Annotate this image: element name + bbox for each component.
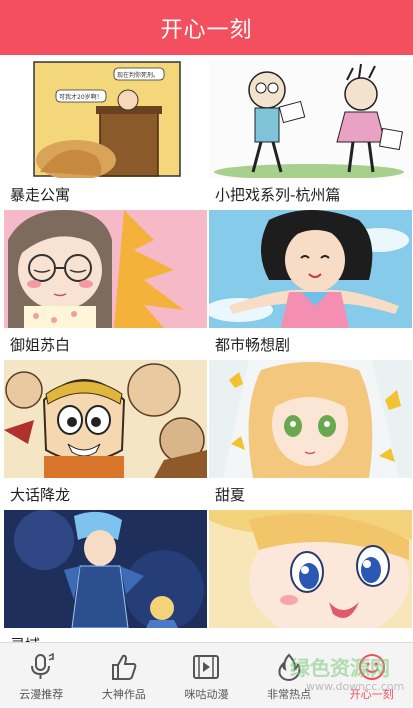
tab-label: 大神作品 xyxy=(101,688,146,701)
speech-bubble-1: 现在判你死刑。 xyxy=(117,71,159,79)
comic-illustration-sky-girl xyxy=(209,210,412,328)
comic-illustration-two-characters xyxy=(209,60,412,178)
tab-migu-anime[interactable]: 咪咕动漫 xyxy=(165,643,248,708)
comic-thumbnail[interactable] xyxy=(209,60,412,178)
bottom-tab-bar: 云漫推荐 大神作品 咪咕动漫 非常热点 开心一刻 xyxy=(0,642,413,708)
comic-title: 都市畅想剧 xyxy=(215,336,291,354)
comic-card[interactable]: 现在判你死刑。 可我才20岁啊！ 暴走公寓 xyxy=(4,60,207,210)
comic-card[interactable] xyxy=(209,510,412,642)
comic-illustration-glasses-girl xyxy=(4,210,207,328)
tab-happy-moment[interactable]: 开心一刻 xyxy=(330,643,413,708)
speech-bubble-2: 可我才20岁啊！ xyxy=(59,93,103,101)
comic-title: 小把戏系列-杭州篇 xyxy=(215,186,341,204)
thumbs-up-icon xyxy=(111,654,137,680)
comic-illustration-bride-girl xyxy=(209,360,412,478)
comic-card[interactable]: 御姐苏白 xyxy=(4,210,207,360)
comic-illustration-courtroom: 现在判你死刑。 可我才20岁啊！ xyxy=(4,60,207,178)
comic-thumbnail[interactable] xyxy=(209,360,412,478)
comic-title: 暴走公寓 xyxy=(10,186,71,204)
comic-card[interactable]: 甜夏 xyxy=(209,360,412,510)
comic-thumbnail[interactable] xyxy=(209,510,412,628)
tab-label: 非常热点 xyxy=(267,688,312,701)
comic-card[interactable]: 大话降龙 xyxy=(4,360,207,510)
comic-thumbnail[interactable] xyxy=(4,360,207,478)
tab-label: 云漫推荐 xyxy=(19,688,64,701)
tab-label: 开心一刻 xyxy=(349,688,394,701)
comic-grid[interactable]: 现在判你死刑。 可我才20岁啊！ 暴走公寓 小把戏系列-杭州篇 御姐苏白 都市畅… xyxy=(0,55,413,642)
comic-illustration-monk-crowd xyxy=(4,360,207,478)
tab-cloud-recommend[interactable]: 云漫推荐 xyxy=(0,643,83,708)
comic-card[interactable]: 灵域 xyxy=(4,510,207,642)
tab-label: 咪咕动漫 xyxy=(184,688,229,701)
film-play-icon xyxy=(193,655,220,679)
comic-card[interactable]: 小把戏系列-杭州篇 xyxy=(209,60,412,210)
comic-title: 甜夏 xyxy=(215,486,246,504)
comic-title: 灵域 xyxy=(10,634,40,642)
comic-thumbnail[interactable] xyxy=(4,210,207,328)
comic-title: 御姐苏白 xyxy=(10,336,71,354)
microphone-icon xyxy=(31,652,55,679)
comic-card[interactable]: 都市畅想剧 xyxy=(209,210,412,360)
tab-hot-topics[interactable]: 非常热点 xyxy=(248,643,331,708)
comic-thumbnail[interactable] xyxy=(209,210,412,328)
flame-icon xyxy=(278,653,301,682)
title-bar: 开心一刻 xyxy=(0,0,413,55)
comic-thumbnail[interactable]: 现在判你死刑。 可我才20岁啊！ xyxy=(4,60,207,178)
comic-title: 大话降龙 xyxy=(10,486,71,504)
comic-illustration-surprised-girl xyxy=(209,510,412,628)
comic-illustration-warriors xyxy=(4,510,207,628)
comic-thumbnail[interactable] xyxy=(4,510,207,628)
smile-icon xyxy=(358,654,385,680)
page-title: 开心一刻 xyxy=(160,17,253,43)
tab-master-works[interactable]: 大神作品 xyxy=(83,643,166,708)
